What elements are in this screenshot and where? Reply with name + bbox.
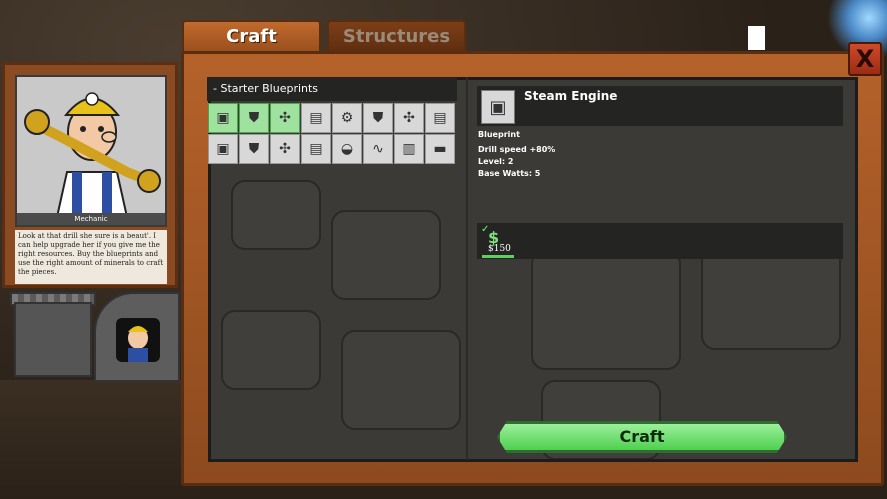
blueprint-item[interactable]: ✣ — [394, 103, 424, 133]
engine-icon: ▣ — [216, 141, 230, 157]
building-dome — [94, 292, 180, 382]
cart-icon: ▬ — [433, 141, 447, 157]
detail-stat-level: Level: 2 — [478, 157, 514, 166]
detail-stat-base-watts: Base Watts: 5 — [478, 169, 541, 178]
engine-icon: ▣ — [481, 90, 515, 124]
starter-blueprints-header[interactable]: - Starter Blueprints — [207, 77, 457, 101]
fan-icon: ✣ — [279, 110, 291, 126]
plate-icon: ▤ — [309, 141, 323, 157]
blueprint-grid: ▣ ⛊ ✣ ▤ ⚙ ⛊ ✣ ▤ ▣ ⛊ ✣ ▤ ◒ ∿ ▥ ▬ — [208, 103, 458, 165]
mechanic-portrait: Mechanic — [15, 75, 167, 227]
detail-stat-drill-speed: Drill speed +80% — [478, 145, 556, 154]
fan-icon: ✣ — [279, 141, 291, 157]
fan-icon: ✣ — [403, 110, 415, 126]
mechanic-dialogue: Look at that drill she sure is a beaut'.… — [15, 230, 167, 284]
blueprint-item[interactable]: ▣ — [208, 134, 238, 164]
detail-title: Steam Engine — [524, 89, 618, 103]
stone-decoration — [341, 330, 461, 430]
pot-icon: ◒ — [340, 141, 354, 157]
blueprint-item[interactable]: ∿ — [363, 134, 393, 164]
blueprint-item[interactable]: ▤ — [425, 103, 455, 133]
mechanic-card: Mechanic Look at that drill she sure is … — [2, 62, 178, 288]
mechanic-illustration — [17, 77, 165, 218]
shield-icon: ⛊ — [248, 141, 260, 157]
stone-decoration — [221, 310, 321, 390]
stone-decoration — [331, 210, 441, 300]
blueprint-item[interactable]: ▤ — [301, 134, 331, 164]
engine-icon: ▣ — [216, 110, 230, 126]
detail-kind: Blueprint — [478, 130, 520, 139]
cost-row — [477, 223, 843, 259]
stone-decoration — [231, 180, 321, 250]
plate-icon: ▤ — [433, 110, 447, 126]
shield-icon: ⛊ — [372, 110, 384, 126]
stone-decoration — [531, 250, 681, 370]
blueprint-item[interactable]: ▤ — [301, 103, 331, 133]
miner-window — [116, 318, 160, 362]
shield-icon: ⛊ — [248, 110, 260, 126]
tab-craft[interactable]: Craft — [182, 20, 321, 52]
blueprint-item[interactable]: ⛊ — [239, 134, 269, 164]
cost-progress-bar — [482, 255, 514, 258]
blueprint-item[interactable]: ▬ — [425, 134, 455, 164]
pipe-icon: ∿ — [372, 141, 384, 157]
craft-button[interactable]: Craft — [497, 421, 787, 453]
mechanic-name: Mechanic — [17, 213, 165, 225]
ground — [0, 380, 200, 499]
panel-divider — [466, 77, 468, 460]
mine-cart-shed — [14, 302, 92, 377]
gear-icon: ⚙ — [340, 110, 354, 126]
close-button[interactable]: X — [848, 42, 882, 76]
plate-icon: ▤ — [309, 110, 323, 126]
miner-icon — [128, 326, 148, 362]
blueprint-item[interactable]: ⛊ — [239, 103, 269, 133]
white-marker — [748, 26, 765, 50]
blueprint-item[interactable]: ▣ — [208, 103, 238, 133]
tab-structures[interactable]: Structures — [327, 20, 466, 52]
blueprint-item[interactable]: ▥ — [394, 134, 424, 164]
radiator-icon: ▥ — [402, 141, 416, 157]
mine-building — [10, 292, 180, 387]
blueprint-item[interactable]: ✣ — [270, 103, 300, 133]
cost-amount: $150 — [488, 244, 511, 254]
blueprint-item[interactable]: ⚙ — [332, 103, 362, 133]
blueprint-item[interactable]: ✣ — [270, 134, 300, 164]
blueprint-item[interactable]: ⛊ — [363, 103, 393, 133]
blueprint-item[interactable]: ◒ — [332, 134, 362, 164]
